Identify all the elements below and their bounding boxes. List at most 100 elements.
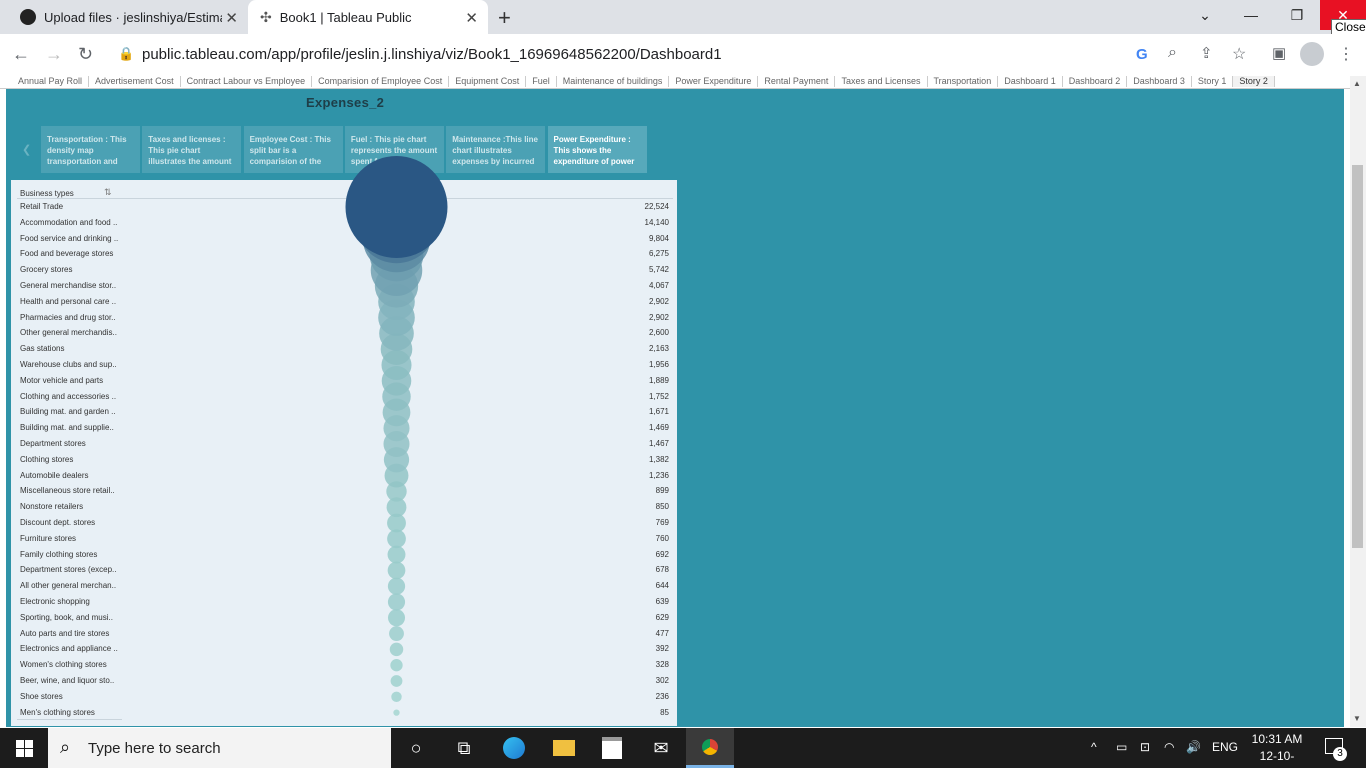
sheet-tab[interactable]: Story 2 (1233, 76, 1275, 87)
business-type-label[interactable]: Accommodation and food .. (20, 218, 117, 227)
business-type-label[interactable]: Women's clothing stores (20, 660, 107, 669)
business-type-label[interactable]: Family clothing stores (20, 550, 97, 559)
business-type-label[interactable]: Department stores (excep.. (20, 565, 116, 574)
sheet-tab[interactable]: Dashboard 2 (1063, 76, 1128, 87)
value-label: 1,467 (648, 439, 669, 448)
sheet-tab[interactable]: Annual Pay Roll (12, 76, 90, 87)
business-type-label[interactable]: Pharmacies and drug stor.. (20, 313, 116, 322)
share-icon[interactable]: ⇪ (1200, 44, 1213, 62)
google-icon[interactable]: G (1136, 46, 1148, 63)
business-type-label[interactable]: Men's clothing stores (20, 708, 95, 717)
language-indicator[interactable]: ENG (1212, 740, 1238, 754)
search-placeholder: Type here to search (88, 740, 221, 757)
scroll-up-icon[interactable]: ▲ (1353, 79, 1361, 88)
task-view-icon[interactable]: ⧉ (440, 728, 488, 768)
business-type-label[interactable]: Motor vehicle and parts (20, 376, 103, 385)
cortana-icon[interactable]: ○ (392, 728, 440, 768)
business-type-label[interactable]: Building mat. and garden .. (20, 407, 116, 416)
story-point[interactable]: Transportation : This density map transp… (41, 126, 140, 173)
bookmark-star-icon[interactable]: ☆ (1232, 44, 1246, 64)
close-tab-icon[interactable]: ✕ (225, 9, 238, 27)
business-type-label[interactable]: General merchandise stor.. (20, 281, 116, 290)
scrollbar-thumb[interactable] (1352, 165, 1363, 548)
value-label: 22,524 (644, 202, 669, 211)
business-type-label[interactable]: Discount dept. stores (20, 518, 95, 527)
story-point[interactable]: Fuel : This pie chart represents the amo… (344, 126, 444, 173)
sheet-tab[interactable]: Story 1 (1192, 76, 1234, 87)
business-type-label[interactable]: Food and beverage stores (20, 249, 113, 258)
show-hidden-icons-icon[interactable]: ^ (1091, 740, 1097, 754)
story-point[interactable]: Employee Cost : This split bar is a comp… (243, 126, 343, 173)
sheet-tab[interactable]: Maintenance of buildings (557, 76, 670, 87)
business-type-label[interactable]: Food service and drinking .. (20, 234, 118, 243)
minimize-button[interactable]: — (1228, 0, 1274, 30)
business-type-label[interactable]: Furniture stores (20, 534, 76, 543)
menu-icon[interactable]: ⋮ (1338, 44, 1354, 64)
windows-start-icon[interactable] (0, 728, 48, 768)
close-tab-icon[interactable]: ✕ (465, 9, 478, 27)
story-point[interactable]: Taxes and licenses : This pie chart illu… (142, 126, 242, 173)
business-type-label[interactable]: Shoe stores (20, 692, 63, 701)
business-type-label[interactable]: Beer, wine, and liquor sto.. (20, 676, 114, 685)
sheet-tab[interactable]: Transportation (928, 76, 999, 87)
browser-tab-tableau[interactable]: ✣ Book1 | Tableau Public ✕ (248, 0, 488, 34)
business-type-label[interactable]: Warehouse clubs and sup.. (20, 360, 117, 369)
forward-icon[interactable]: → (45, 44, 63, 65)
maximize-button[interactable]: ❐ (1274, 0, 1320, 30)
business-type-label[interactable]: Building mat. and supplie.. (20, 423, 114, 432)
business-type-label[interactable]: Gas stations (20, 344, 64, 353)
new-tab-button[interactable]: + (498, 5, 511, 31)
sheet-tab[interactable]: Power Expenditure (669, 76, 759, 87)
sheet-tab[interactable]: Rental Payment (758, 76, 836, 87)
sort-icon[interactable]: ⇅ (104, 187, 112, 198)
sheet-tab[interactable]: Fuel (526, 76, 557, 87)
business-type-label[interactable]: Electronics and appliance .. (20, 644, 118, 653)
business-type-label[interactable]: Clothing and accessories .. (20, 392, 116, 401)
sheet-tab[interactable]: Equipment Cost (449, 76, 527, 87)
battery-icon[interactable]: ▭ (1116, 740, 1127, 754)
business-type-label[interactable]: All other general merchan.. (20, 581, 116, 590)
sheet-tab[interactable]: Advertisement Cost (89, 76, 181, 87)
scroll-down-icon[interactable]: ▼ (1353, 714, 1361, 723)
business-type-label[interactable]: Department stores (20, 439, 86, 448)
story-prev-arrow-icon[interactable]: ❮ (22, 143, 31, 156)
profile-avatar[interactable] (1300, 42, 1324, 66)
side-panel-icon[interactable]: ▣ (1272, 44, 1286, 62)
browser-tab-github[interactable]: Upload files · jeslinshiya/Estimat ✕ (8, 0, 248, 34)
taskbar-search-box[interactable]: ⌕ Type here to search (48, 728, 391, 768)
store-icon[interactable] (588, 728, 636, 768)
sheet-tab[interactable]: Dashboard 3 (1127, 76, 1192, 87)
wifi-icon[interactable]: ◠ (1164, 740, 1174, 754)
story-point[interactable]: Maintenance :This line chart illustrates… (446, 126, 546, 173)
business-type-label[interactable]: Miscellaneous store retail.. (20, 486, 115, 495)
sheet-tab[interactable]: Contract Labour vs Employee (181, 76, 313, 87)
business-type-label[interactable]: Sporting, book, and musi.. (20, 613, 113, 622)
reload-icon[interactable]: ↻ (78, 44, 93, 65)
sheet-tab[interactable]: Taxes and Licenses (835, 76, 928, 87)
business-type-label[interactable]: Automobile dealers (20, 471, 88, 480)
system-clock[interactable]: 10:31 AM 12-10-2023 (1248, 731, 1306, 782)
file-explorer-icon[interactable] (540, 728, 588, 768)
sheet-tab[interactable]: Dashboard 1 (998, 76, 1063, 87)
business-type-label[interactable]: Clothing stores (20, 455, 73, 464)
edge-icon[interactable] (490, 728, 538, 768)
lock-icon[interactable]: 🔒 (118, 46, 134, 62)
business-type-label[interactable]: Other general merchandis.. (20, 328, 117, 337)
address-bar[interactable]: public.tableau.com/app/profile/jeslin.j.… (142, 46, 722, 63)
business-type-label[interactable]: Electronic shopping (20, 597, 90, 606)
row-header-business-types[interactable]: Business types (20, 189, 74, 198)
back-icon[interactable]: ← (12, 44, 30, 65)
tab-search-icon[interactable]: ⌄ (1182, 0, 1228, 30)
chrome-icon[interactable] (686, 728, 734, 768)
business-type-label[interactable]: Retail Trade (20, 202, 63, 211)
business-type-label[interactable]: Auto parts and tire stores (20, 629, 109, 638)
volume-icon[interactable]: 🔊 (1186, 740, 1201, 754)
sheet-tab[interactable]: Comparision of Employee Cost (312, 76, 450, 87)
story-point[interactable]: Power Expenditure : This shows the expen… (547, 126, 647, 173)
business-type-label[interactable]: Health and personal care .. (20, 297, 116, 306)
mail-icon[interactable]: ✉ (637, 728, 685, 768)
meet-now-icon[interactable]: ⊡ (1140, 740, 1150, 754)
business-type-label[interactable]: Grocery stores (20, 265, 72, 274)
zoom-icon[interactable]: ⌕ (1168, 44, 1177, 62)
business-type-label[interactable]: Nonstore retailers (20, 502, 83, 511)
